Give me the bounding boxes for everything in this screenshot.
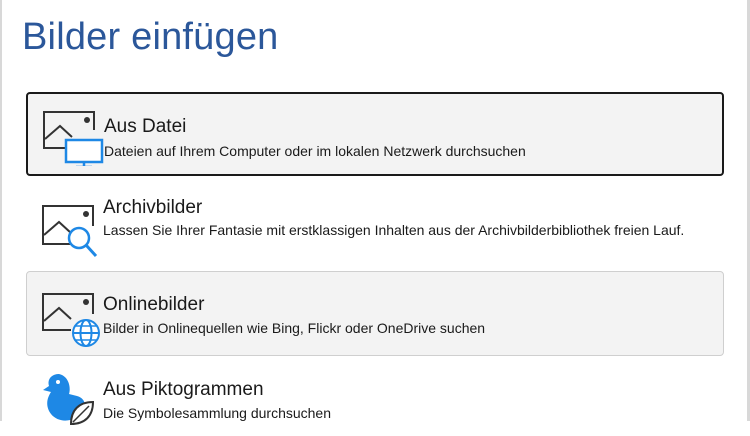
option-online-images[interactable]: Onlinebilder Bilder in Onlinequellen wie… xyxy=(26,271,724,356)
picture-globe-icon xyxy=(41,288,105,348)
option-title: Archivbilder xyxy=(103,197,203,218)
option-title: Aus Piktogrammen xyxy=(103,379,264,400)
option-description: Bilder in Onlinequellen wie Bing, Flickr… xyxy=(103,320,486,336)
option-stock-images[interactable]: Archivbilder Lassen Sie Ihrer Fantasie m… xyxy=(26,188,724,266)
option-from-file[interactable]: Aus Datei Dateien auf Ihrem Computer ode… xyxy=(26,92,724,176)
option-icons[interactable]: Aus Piktogrammen Die Symbolesammlung dur… xyxy=(26,366,724,436)
window-left-border xyxy=(0,0,2,421)
option-title: Onlinebilder xyxy=(103,294,205,315)
dialog-title: Bilder einfügen xyxy=(22,16,279,58)
option-description: Dateien auf Ihrem Computer oder im lokal… xyxy=(104,143,526,159)
picture-search-icon xyxy=(41,200,105,260)
option-title: Aus Datei xyxy=(104,116,187,137)
picture-computer-icon xyxy=(42,106,106,169)
option-description: Lassen Sie Ihrer Fantasie mit erstklassi… xyxy=(103,222,685,238)
bird-leaf-icon xyxy=(41,370,105,430)
